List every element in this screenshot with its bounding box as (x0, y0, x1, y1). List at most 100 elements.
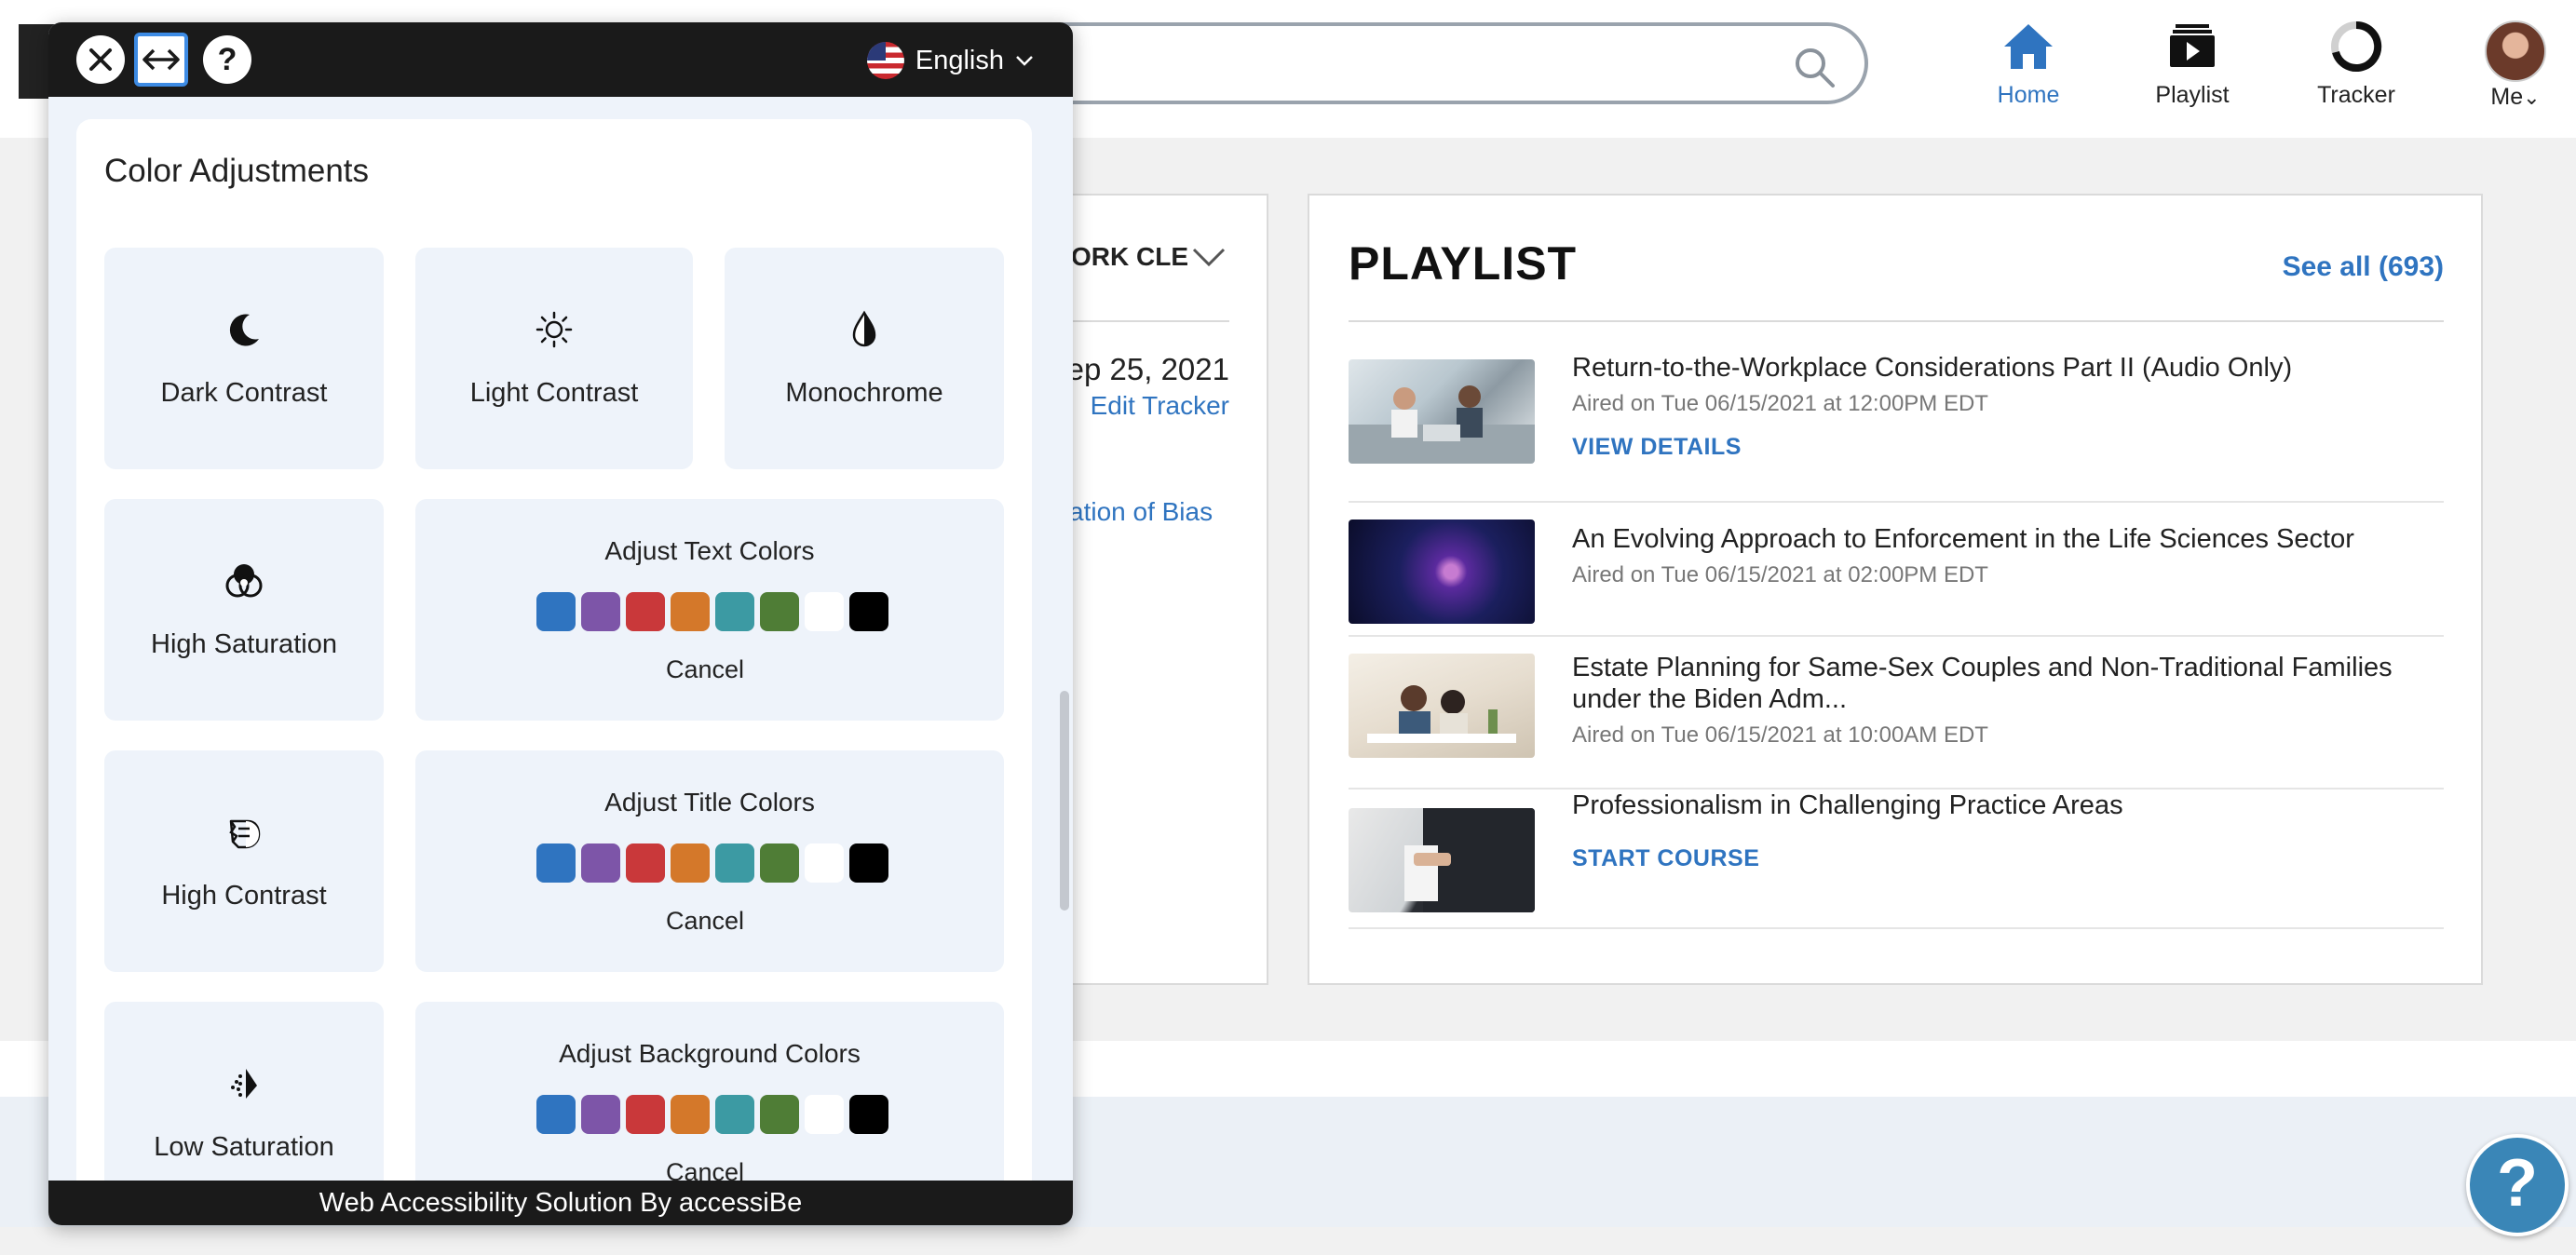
close-button[interactable] (76, 35, 125, 84)
high-contrast-button[interactable]: High Contrast (104, 750, 384, 972)
playlist-item-aired: Aired on Tue 06/15/2021 at 12:00PM EDT (1572, 391, 1988, 416)
swatch-teal[interactable] (715, 592, 754, 631)
adjust-title-colors: Adjust Title Colors Cancel (415, 750, 1004, 972)
light-contrast-button[interactable]: Light Contrast (415, 248, 693, 469)
high-saturation-button[interactable]: High Saturation (104, 499, 384, 721)
playlist-thumbnail[interactable] (1349, 654, 1535, 758)
playlist-item[interactable]: Return-to-the-Workplace Considerations P… (1349, 350, 2444, 503)
swatch-blue[interactable] (536, 592, 576, 631)
us-flag-icon (866, 42, 904, 79)
swatch-blue[interactable] (536, 1095, 576, 1134)
professional-photo (1404, 808, 1535, 912)
playlist-item-title[interactable]: Professionalism in Challenging Practice … (1572, 789, 2444, 821)
swatch-purple[interactable] (581, 1095, 620, 1134)
nav-tracker-label: Tracker (2317, 82, 2395, 108)
swatch-white[interactable] (805, 843, 844, 883)
nav-playlist-label: Playlist (2155, 82, 2230, 108)
playlist-item-title[interactable]: Estate Planning for Same-Sex Couples and… (1572, 652, 2444, 715)
help-button[interactable]: ? (2466, 1134, 2569, 1236)
chevron-down-icon (1016, 56, 1033, 66)
playlist-item-title[interactable]: An Evolving Approach to Enforcement in t… (1572, 523, 2444, 555)
start-course-link[interactable]: START COURSE (1572, 845, 2444, 872)
playlist-item-title[interactable]: Return-to-the-Workplace Considerations P… (1572, 352, 2444, 384)
swatch-white[interactable] (805, 592, 844, 631)
accessibility-panel: ? English Color Adjustments Dark Contras… (48, 22, 1073, 1225)
playlist-icon (2170, 24, 2215, 67)
playlist-item-aired: Aired on Tue 06/15/2021 at 10:00AM EDT (1572, 722, 1988, 748)
playlist-item[interactable]: Estate Planning for Same-Sex Couples and… (1349, 637, 2444, 789)
panel-help-button[interactable]: ? (203, 35, 251, 84)
adjust-background-colors: Adjust Background Colors Cancel (415, 1002, 1004, 1203)
adjust-background-colors-title: Adjust Background Colors (559, 1039, 861, 1068)
swatch-teal[interactable] (715, 843, 754, 883)
nav-tracker[interactable]: Tracker (2291, 20, 2421, 123)
monochrome-button[interactable]: Monochrome (725, 248, 1004, 469)
light-contrast-label: Light Contrast (469, 378, 639, 408)
swatch-white[interactable] (805, 1095, 844, 1134)
cancel-text-colors[interactable]: Cancel (415, 655, 1004, 684)
arrows-horizontal-icon (142, 48, 180, 71)
sun-icon (536, 311, 573, 348)
swatch-purple[interactable] (581, 843, 620, 883)
swatch-green[interactable] (760, 1095, 799, 1134)
cancel-title-colors[interactable]: Cancel (415, 907, 1004, 936)
nav-me-label-wrap: Me⌄ (2455, 84, 2576, 111)
nav-playlist[interactable]: Playlist (2127, 20, 2257, 123)
playlist-thumbnail[interactable] (1349, 808, 1535, 912)
language-select[interactable]: English (866, 41, 1034, 80)
monochrome-label: Monochrome (785, 378, 943, 408)
swatch-red[interactable] (626, 592, 665, 631)
chevron-down-icon[interactable] (1192, 248, 1226, 266)
swatch-black[interactable] (849, 843, 888, 883)
swatch-red[interactable] (626, 843, 665, 883)
course-link[interactable]: ation of Bias (1069, 497, 1213, 527)
nav-me-label: Me (2490, 84, 2524, 110)
dotted-droplet-icon (231, 1069, 257, 1099)
low-saturation-button[interactable]: Low Saturation (104, 1002, 384, 1203)
low-saturation-label: Low Saturation (154, 1132, 334, 1162)
nav-home[interactable]: Home (1963, 20, 2094, 123)
swatch-black[interactable] (849, 1095, 888, 1134)
nav-me[interactable]: Me⌄ (2455, 20, 2576, 123)
swatch-black[interactable] (849, 592, 888, 631)
adjust-text-colors-title: Adjust Text Colors (604, 536, 815, 565)
accessibility-body: Color Adjustments Dark Contrast Light Co… (76, 119, 1032, 1203)
divider (1071, 320, 1229, 322)
swatch-orange[interactable] (671, 843, 710, 883)
move-panel-button[interactable] (134, 33, 188, 87)
playlist-thumbnail[interactable] (1349, 520, 1535, 624)
section-title: Color Adjustments (104, 153, 370, 189)
accessibility-footer[interactable]: Web Accessibility Solution By accessiBe (48, 1181, 1073, 1225)
question-icon: ? (217, 42, 237, 77)
see-all-link[interactable]: See all (693) (2283, 251, 2444, 283)
swatch-orange[interactable] (671, 592, 710, 631)
edit-tracker-link[interactable]: Edit Tracker (1091, 391, 1229, 421)
accessibility-header: ? English (48, 22, 1073, 97)
swatch-green[interactable] (760, 843, 799, 883)
view-details-link[interactable]: VIEW DETAILS (1572, 434, 2444, 461)
playlist-item-text: Estate Planning for Same-Sex Couples and… (1572, 652, 2444, 749)
search-icon[interactable] (1792, 45, 1837, 89)
high-saturation-label: High Saturation (151, 629, 337, 659)
swatch-red[interactable] (626, 1095, 665, 1134)
swatch-orange[interactable] (671, 1095, 710, 1134)
contrast-hand-icon (229, 819, 261, 849)
swatch-blue[interactable] (536, 843, 576, 883)
avatar (2485, 20, 2546, 82)
swatch-purple[interactable] (581, 592, 620, 631)
language-label: English (915, 45, 1004, 75)
monochrome-icon-wrap (725, 307, 1004, 352)
dark-contrast-label: Dark Contrast (160, 378, 328, 408)
playlist-thumbnail[interactable] (1349, 359, 1535, 464)
adjust-text-colors: Adjust Text Colors Cancel (415, 499, 1004, 721)
moon-icon (229, 314, 259, 346)
background-color-swatches (536, 1095, 888, 1134)
playlist-item[interactable]: Professionalism in Challenging Practice … (1349, 789, 2444, 929)
swatch-teal[interactable] (715, 1095, 754, 1134)
cle-region-select[interactable]: ORK CLE (1071, 242, 1188, 272)
dark-contrast-button[interactable]: Dark Contrast (104, 248, 384, 469)
light-contrast-icon-wrap (415, 307, 693, 352)
panel-scrollbar[interactable] (1060, 691, 1069, 911)
swatch-green[interactable] (760, 592, 799, 631)
playlist-item[interactable]: An Evolving Approach to Enforcement in t… (1349, 503, 2444, 637)
